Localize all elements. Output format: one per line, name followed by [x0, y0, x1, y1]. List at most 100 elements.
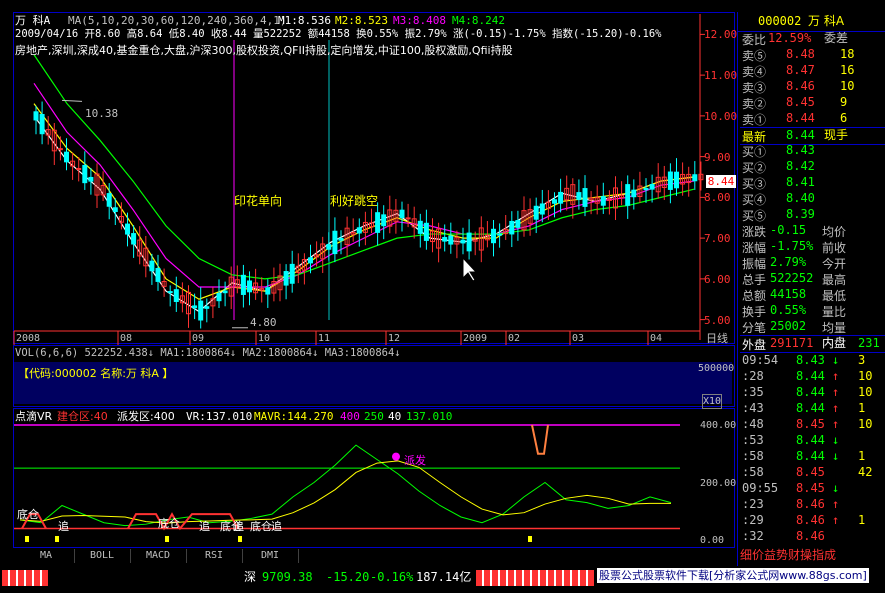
sell-row: 卖④ 8.47 16 — [740, 63, 885, 79]
ma-line-m1 — [33, 115, 695, 313]
signal-marker — [25, 536, 29, 542]
sell-label: 卖③ — [742, 81, 767, 95]
tick-direction-icon: ↓ — [832, 449, 840, 463]
tick-price: 8.46 — [796, 497, 825, 511]
waipan-row: 外盘 291171 内盘 231 — [740, 335, 885, 353]
candle-body — [515, 220, 521, 228]
buy-label: 买③ — [742, 177, 767, 191]
candle-body — [222, 290, 228, 294]
tick-row: 09:55 8.45 ↓ — [740, 481, 885, 497]
candle-body — [448, 235, 454, 245]
tab-macd[interactable]: MACD — [130, 549, 187, 563]
candle-body — [625, 184, 631, 206]
tick-row: :29 8.46 ↑ 1 — [740, 513, 885, 529]
candle-body — [399, 209, 405, 219]
tick-time: :58 — [742, 449, 764, 463]
tick-direction-icon: ↓ — [832, 433, 840, 447]
signal-label: 底仓 — [250, 520, 272, 533]
period-label[interactable]: 日线 — [706, 332, 728, 345]
ma-params: MA(5,10,20,30,60,120,240,360,4,1) — [68, 14, 287, 27]
candle-body — [533, 205, 539, 220]
tick-time: :29 — [742, 513, 764, 527]
candle-body — [338, 237, 344, 241]
buy-price: 8.42 — [786, 159, 815, 173]
x-label: 04 — [650, 333, 663, 344]
signal-marker — [55, 536, 59, 542]
stat-row: 换手 0.55% 量比 — [740, 303, 885, 319]
price-y-tick: 10.00 — [704, 109, 738, 123]
tab-rsi[interactable]: RSI — [186, 549, 243, 563]
candle-body — [356, 227, 362, 234]
sell-label: 卖② — [742, 97, 767, 111]
signal-label: 追 — [271, 520, 282, 533]
ma-line-m3 — [33, 82, 695, 288]
candle-body — [558, 191, 564, 204]
sell-row: 卖⑤ 8.48 18 — [740, 47, 885, 63]
candle-body — [381, 214, 387, 227]
sell-label: 卖⑤ — [742, 49, 767, 63]
candle-body — [576, 192, 582, 200]
stat-label-2: 前收 — [822, 241, 847, 255]
tab-ma[interactable]: MA — [18, 549, 75, 563]
candle-body — [332, 230, 338, 255]
stat-label: 总额 — [742, 289, 767, 303]
sell-price: 8.48 — [786, 47, 815, 61]
tick-time: :48 — [742, 417, 764, 431]
panel-footer-tabs[interactable]: 细价益势财操指成 — [740, 549, 836, 562]
candle-body — [423, 222, 429, 241]
tick-row: :23 8.46 ↑ — [740, 497, 885, 513]
tick-direction-icon: ↑ — [832, 401, 840, 415]
candle-body — [76, 167, 82, 170]
signal-label: 底仓 — [17, 508, 39, 521]
ma-line-m4 — [33, 54, 695, 280]
indicator-y-tick: 400.00 — [700, 420, 737, 431]
ma-m1: M1:8.536 — [278, 14, 331, 27]
stat-label: 换手 — [742, 305, 767, 319]
tick-volume: 10 — [858, 417, 873, 431]
candle-body — [509, 220, 515, 235]
volume-y-tick: 500000 — [698, 363, 735, 374]
tick-time: :23 — [742, 497, 764, 511]
index-change: -15.20 — [326, 570, 370, 584]
signal-label: 追 — [58, 520, 69, 533]
stat-label: 涨跌 — [742, 225, 767, 239]
sell-volume: 18 — [840, 47, 855, 61]
candle-body — [631, 189, 637, 198]
price-y-tick: 5.00 — [704, 313, 731, 327]
sell-price: 8.45 — [786, 95, 815, 109]
weibi-label: 委比 — [742, 33, 767, 47]
tab-dmi[interactable]: DMI — [242, 549, 299, 563]
candle-body — [192, 305, 198, 309]
tick-volume: 1 — [858, 513, 866, 527]
x-label: 12 — [388, 333, 401, 344]
volume-unit: X10 — [702, 394, 723, 409]
ma-m2: M2:8.523 — [335, 14, 388, 27]
status-flag-left — [2, 570, 48, 586]
candle-body — [57, 148, 63, 151]
tick-time: 09:55 — [742, 481, 779, 495]
sell-row: 卖③ 8.46 10 — [740, 79, 885, 95]
index-amount: 187.14亿 — [416, 570, 472, 584]
event-label-2: 利好跳空 — [330, 194, 379, 208]
buy-label: 买⑤ — [742, 209, 767, 223]
stat-value: 0.55% — [770, 303, 807, 317]
tick-time: :28 — [742, 369, 764, 383]
price-y-tick: 11.00 — [704, 69, 738, 83]
candle-body — [308, 257, 313, 264]
ad-link[interactable]: 股票公式股票软件下载[分析家公式网www.88gs.com] — [597, 568, 869, 583]
candle-body — [552, 199, 557, 204]
tick-price: 8.44 — [796, 385, 825, 399]
sell-volume: 9 — [840, 95, 848, 109]
tick-volume: 1 — [858, 449, 866, 463]
stat-label-2: 量比 — [822, 305, 847, 319]
buy-price: 8.43 — [786, 143, 815, 157]
sell-volume: 10 — [840, 79, 855, 93]
sell-row: 卖① 8.44 6 — [740, 111, 885, 127]
stat-row: 总额 44158 最低 — [740, 287, 885, 303]
stat-label: 分笔 — [742, 321, 767, 335]
tab-boll[interactable]: BOLL — [74, 549, 131, 563]
ind-mavr: MAVR:144.270 — [254, 410, 334, 423]
tick-time: :53 — [742, 433, 764, 447]
tick-price: 8.44 — [796, 401, 825, 415]
candle-body — [289, 263, 295, 284]
